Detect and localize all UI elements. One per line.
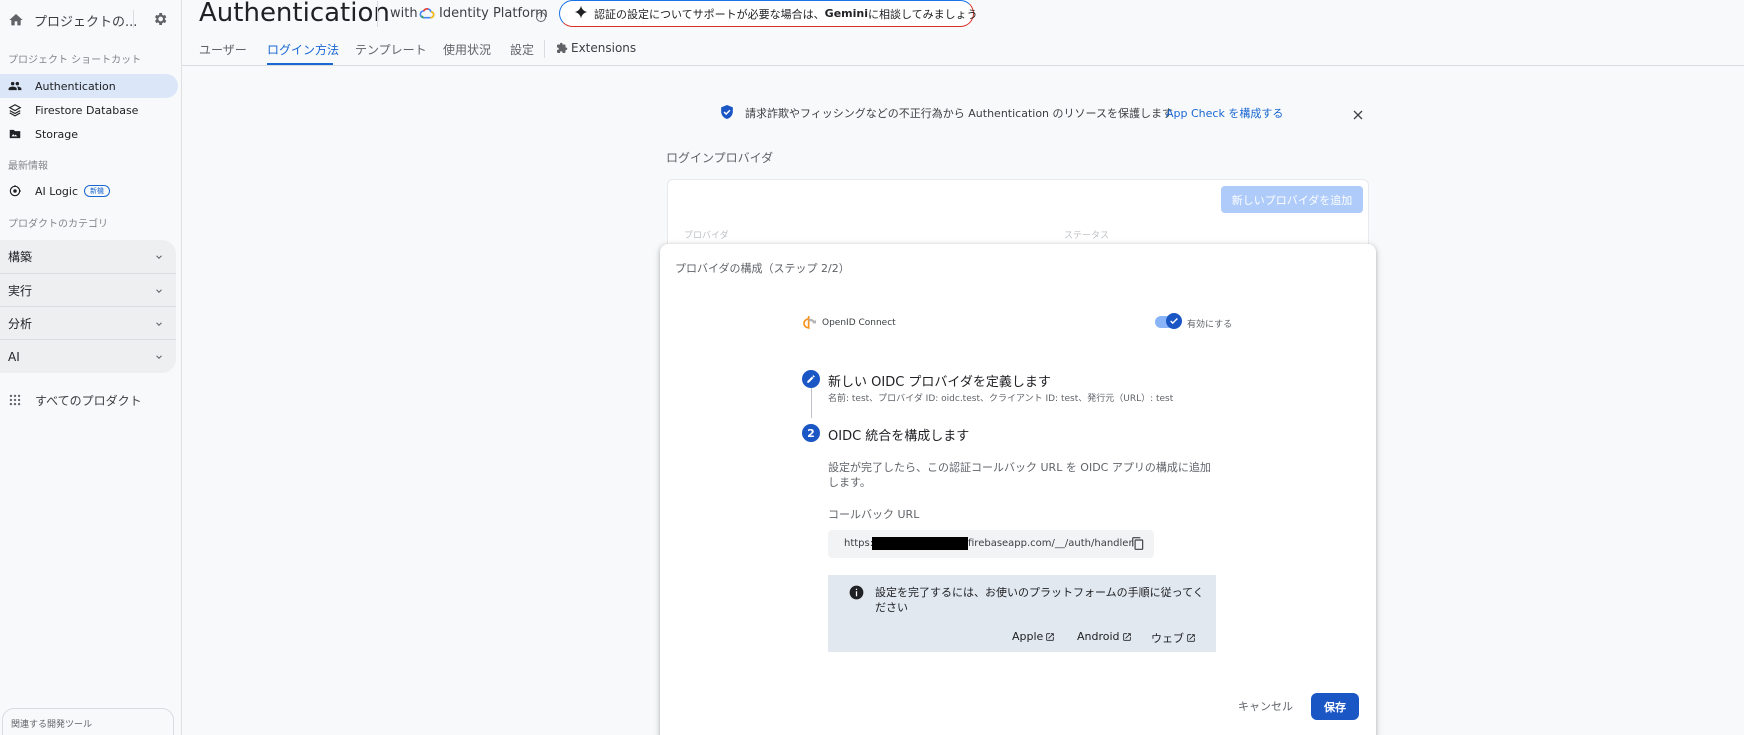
- categories-section-title: プロダクトのカテゴリ: [8, 219, 108, 230]
- step1-description: 名前: test、プロバイダ ID: oidc.test、クライアント ID: …: [828, 394, 1174, 404]
- provider-name: OpenID Connect: [822, 318, 896, 328]
- chevron-down-icon: [156, 254, 162, 259]
- step-connector: [811, 388, 812, 418]
- sidebar-item-authentication[interactable]: Authentication: [0, 74, 178, 98]
- enable-label: 有効にする: [1187, 320, 1233, 330]
- info-text: 設定を完了するには、お使いのプラットフォームの手順に従ってください: [875, 586, 1204, 614]
- with-label: with: [390, 6, 418, 21]
- tab-extensions[interactable]: Extensions: [556, 41, 636, 55]
- google-cloud-icon: [419, 5, 435, 24]
- chevron-down-icon: [156, 354, 162, 359]
- step2-title: OIDC 統合を構成します: [828, 429, 970, 444]
- link-label: Apple: [1012, 630, 1044, 643]
- link-label: ウェブ: [1151, 632, 1184, 645]
- tab-usage[interactable]: 使用状況: [443, 41, 491, 58]
- toggle-check-icon[interactable]: [1166, 313, 1182, 329]
- openid-logo-icon: [802, 314, 818, 334]
- close-icon[interactable]: [1352, 106, 1364, 125]
- storage-folder-icon: [8, 127, 22, 141]
- sidebar-item-all-products[interactable]: すべてのプロダクト: [0, 388, 178, 412]
- extension-puzzle-icon: [557, 42, 568, 53]
- tab-label: Extensions: [571, 41, 637, 55]
- external-link-icon: [1187, 634, 1195, 642]
- add-provider-button[interactable]: 新しいプロバイダを追加: [1221, 186, 1363, 213]
- sidebar: プロジェクトの... プロジェクト ショートカット Authentication…: [0, 0, 182, 735]
- gear-icon[interactable]: [152, 11, 168, 27]
- sidebar-item-ai-logic[interactable]: AI Logic 新機: [0, 179, 178, 203]
- external-link-icon: [1122, 632, 1131, 641]
- whats-new-section-title: 最新情報: [8, 161, 48, 172]
- dialog-title: プロバイダの構成（ステップ 2/2）: [675, 262, 850, 275]
- home-icon[interactable]: [8, 12, 24, 28]
- grid-apps-icon: [8, 393, 22, 407]
- identity-platform-label: Identity Platform: [439, 6, 548, 21]
- banner-text: 請求詐欺やフィッシングなどの不正行為から Authentication のリソー…: [745, 107, 1173, 120]
- cancel-button[interactable]: キャンセル: [1238, 698, 1293, 714]
- callback-url-suffix: firebaseapp.com/__/auth/handler: [968, 538, 1133, 549]
- category-label: 分析: [8, 317, 33, 331]
- sidebar-item-storage[interactable]: Storage: [0, 122, 178, 146]
- project-name[interactable]: プロジェクトの...: [34, 11, 137, 30]
- category-label: AI: [8, 349, 20, 364]
- sidebar-item-label: Authentication: [35, 79, 116, 93]
- divider: [133, 10, 134, 28]
- category-label: 実行: [8, 284, 33, 298]
- divider: [544, 40, 545, 58]
- apple-link[interactable]: Apple: [1012, 630, 1055, 643]
- save-button[interactable]: 保存: [1311, 693, 1359, 720]
- help-icon[interactable]: ?: [535, 8, 547, 27]
- category-ai[interactable]: AI: [0, 340, 176, 373]
- external-link-icon: [1046, 632, 1055, 641]
- tab-templates[interactable]: テンプレート: [355, 41, 427, 58]
- firestore-icon: [8, 103, 22, 117]
- sidebar-item-label: Firestore Database: [35, 103, 139, 117]
- related-dev-tools[interactable]: 関連する開発ツール: [2, 708, 174, 735]
- sidebar-item-label: AI Logic: [35, 184, 79, 198]
- tab-settings[interactable]: 設定: [510, 41, 534, 58]
- redacted-block: [872, 537, 968, 550]
- shield-icon: [720, 104, 734, 124]
- tab-users[interactable]: ユーザー: [199, 41, 247, 58]
- sidebar-item-label: すべてのプロダクト: [35, 393, 142, 408]
- ai-logic-icon: [8, 184, 22, 198]
- category-label: 構築: [8, 250, 33, 264]
- app-root: プロジェクトの... プロジェクト ショートカット Authentication…: [0, 0, 1744, 735]
- app-check-link[interactable]: App Check を構成する: [1166, 105, 1283, 121]
- divider: [182, 65, 1744, 66]
- gemini-name: Gemini: [824, 7, 868, 20]
- category-build[interactable]: 構築: [0, 240, 176, 273]
- step2-number: 2: [802, 424, 820, 442]
- gemini-prefix: 認証の設定についてサポートが必要な場合は、: [594, 7, 825, 21]
- chevron-down-icon: [156, 321, 162, 326]
- callback-url-label: コールバック URL: [828, 508, 920, 521]
- tab-sign-in-method[interactable]: ログイン方法: [267, 41, 339, 58]
- providers-title: ログインプロバイダ: [666, 151, 774, 165]
- svg-text:?: ?: [539, 14, 542, 21]
- step2-description: 設定が完了したら、この認証コールバック URL を OIDC アプリの構成に追加…: [828, 461, 1211, 489]
- new-badge: 新機: [84, 185, 111, 197]
- people-icon: [8, 79, 22, 93]
- step1-edit-icon[interactable]: [802, 370, 820, 388]
- sidebar-item-firestore[interactable]: Firestore Database: [0, 98, 178, 122]
- category-analytics[interactable]: 分析: [0, 307, 176, 340]
- step1-title: 新しい OIDC プロバイダを定義します: [828, 375, 1051, 390]
- link-label: Android: [1077, 630, 1120, 643]
- gemini-spark-icon: [574, 5, 588, 22]
- info-icon: [849, 585, 864, 604]
- gemini-help-button[interactable]: 認証の設定についてサポートが必要な場合は、 Gemini に相談してみましょう: [559, 0, 978, 27]
- chevron-down-icon: [156, 288, 162, 293]
- page-title: Authentication: [199, 0, 390, 28]
- category-run[interactable]: 実行: [0, 274, 176, 307]
- divider: [377, 1, 378, 27]
- shortcuts-section-title: プロジェクト ショートカット: [8, 55, 142, 66]
- android-link[interactable]: Android: [1077, 630, 1132, 643]
- sidebar-item-label: Storage: [35, 127, 79, 141]
- column-header-status: ステータス: [1064, 231, 1110, 241]
- column-header-provider: プロバイダ: [684, 231, 729, 241]
- copy-icon[interactable]: [1131, 536, 1145, 555]
- gemini-suffix: に相談してみましょう: [868, 7, 978, 21]
- web-link[interactable]: ウェブ: [1151, 630, 1196, 646]
